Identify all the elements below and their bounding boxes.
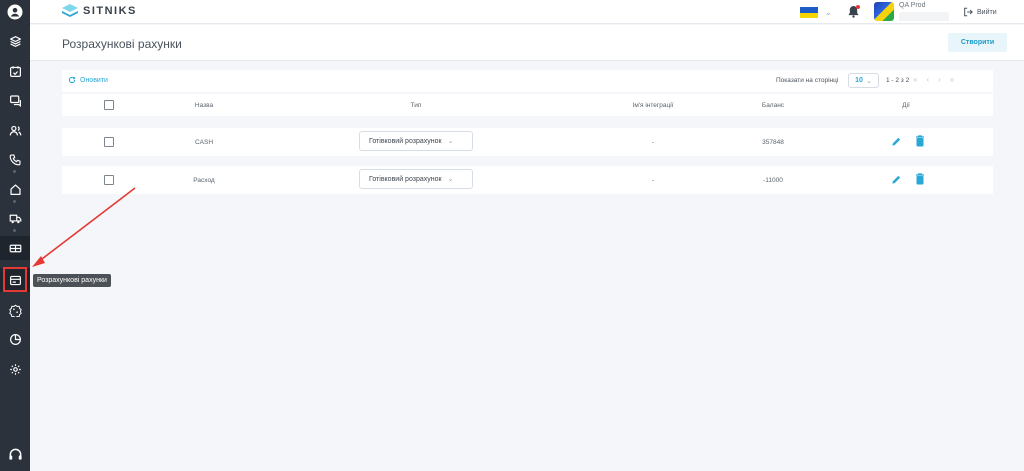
home-icon — [9, 183, 21, 195]
next-page-icon[interactable]: › — [938, 75, 941, 84]
sidebar-item-products[interactable] — [0, 29, 30, 53]
pie-chart-icon — [9, 333, 21, 345]
delete-icon[interactable] — [915, 135, 925, 147]
per-page-select[interactable]: 10 ⌄ — [848, 73, 879, 88]
delete-icon[interactable] — [915, 173, 925, 185]
account-name: CASH — [194, 139, 214, 146]
sidebar-item-analytics[interactable] — [0, 327, 30, 351]
row-checkbox[interactable] — [104, 137, 114, 147]
first-page-icon[interactable]: « — [913, 75, 917, 84]
column-header-actions: Дії — [902, 102, 910, 109]
column-header-integration[interactable]: Ім'я інтеграції — [633, 102, 674, 109]
page-header: Розрахункові рахунки Створити — [30, 25, 1024, 61]
notification-badge — [856, 5, 860, 9]
sidebar-item-clients[interactable] — [0, 118, 30, 142]
table-row: Расход Готівковий розрахунок ⌄ - -11000 — [62, 166, 993, 194]
accounts-panel: Оновити Показати на сторінці 10 ⌄ 1 - 2 … — [62, 70, 993, 194]
logout-button[interactable]: Вийти — [963, 7, 997, 17]
brand-logo[interactable]: SITNIKS — [62, 4, 137, 18]
users-icon — [9, 125, 21, 136]
money-icon — [9, 244, 21, 252]
user-subtitle — [899, 12, 949, 21]
select-all-checkbox[interactable] — [104, 100, 114, 110]
ua-flag-icon[interactable] — [800, 7, 818, 18]
row-checkbox[interactable] — [104, 175, 114, 185]
sidebar-item-settings[interactable] — [0, 357, 30, 381]
account-type-select[interactable]: Готівковий розрахунок ⌄ — [359, 131, 473, 151]
column-header-name[interactable]: Назва — [195, 102, 213, 109]
sidebar-item-delivery[interactable] — [0, 206, 30, 230]
sidebar-item-chats[interactable] — [0, 88, 30, 112]
profile-button[interactable] — [0, 0, 30, 24]
chevron-down-icon[interactable]: ⌄ — [825, 8, 832, 17]
prev-page-icon[interactable]: ‹ — [926, 75, 929, 84]
column-header-type[interactable]: Тип — [411, 102, 422, 109]
headset-icon — [8, 448, 22, 460]
truck-icon — [9, 214, 21, 223]
logout-icon — [964, 7, 973, 17]
gear-icon — [9, 363, 21, 375]
page-title: Розрахункові рахунки — [62, 37, 182, 51]
chat-icon — [9, 94, 21, 107]
account-balance: 357848 — [762, 139, 784, 146]
sidebar-separator-dot — [13, 200, 16, 203]
account-type-value: Готівковий розрахунок — [369, 175, 442, 183]
account-type-value: Готівковий розрахунок — [369, 137, 442, 145]
table-header: Назва Тип Ім'я інтеграції Баланс Дії — [62, 94, 993, 116]
integration-name: - — [651, 139, 655, 146]
logout-label: Вийти — [977, 8, 997, 16]
logo-icon — [62, 4, 78, 17]
chevron-down-icon: ⌄ — [447, 138, 454, 145]
brand-name: SITNIKS — [83, 5, 137, 17]
support-button[interactable] — [0, 442, 30, 466]
sidebar-separator-dot — [13, 170, 16, 173]
integration-name: - — [651, 177, 655, 184]
account-name: Расход — [193, 177, 215, 184]
table-toolbar: Оновити Показати на сторінці 10 ⌄ 1 - 2 … — [62, 70, 993, 92]
refresh-label: Оновити — [80, 76, 108, 84]
pagination-range: 1 - 2 з 2 — [886, 77, 910, 84]
percent-badge-icon — [8, 304, 22, 317]
sidebar-separator-dot — [13, 229, 16, 232]
annotation-highlight-box — [3, 267, 27, 292]
layers-icon — [9, 35, 21, 47]
topbar: SITNIKS ⌄ QA Prod Вийти — [30, 0, 1024, 24]
user-name: QA Prod — [899, 2, 926, 9]
pagination-controls: « ‹ › » — [913, 75, 954, 84]
sidebar-item-promotions[interactable] — [0, 298, 30, 322]
edit-icon[interactable] — [891, 174, 902, 185]
last-page-icon[interactable]: » — [950, 75, 954, 84]
column-header-balance[interactable]: Баланс — [762, 102, 784, 109]
sidebar-item-home[interactable] — [0, 177, 30, 201]
calendar-check-icon — [9, 65, 21, 77]
per-page-value: 10 — [855, 77, 863, 84]
chevron-down-icon: ⌄ — [865, 77, 872, 85]
sidebar-item-calls[interactable] — [0, 147, 30, 171]
account-balance: -11000 — [763, 177, 783, 184]
create-button[interactable]: Створити — [948, 33, 1007, 52]
sidebar-item-finance[interactable] — [0, 236, 30, 260]
avatar[interactable] — [874, 2, 894, 21]
edit-icon[interactable] — [891, 136, 902, 147]
refresh-button[interactable]: Оновити — [68, 76, 108, 84]
phone-icon — [9, 153, 21, 165]
sidebar-item-orders[interactable] — [0, 59, 30, 83]
table-row: CASH Готівковий розрахунок ⌄ - 357848 — [62, 128, 993, 156]
refresh-icon — [68, 76, 76, 84]
sidebar — [0, 0, 30, 471]
per-page-label: Показати на сторінці — [776, 77, 839, 84]
account-type-select[interactable]: Готівковий розрахунок ⌄ — [359, 169, 473, 189]
user-circle-icon — [7, 4, 23, 20]
chevron-down-icon: ⌄ — [447, 176, 454, 183]
sidebar-tooltip: Розрахункові рахунки — [33, 274, 111, 287]
